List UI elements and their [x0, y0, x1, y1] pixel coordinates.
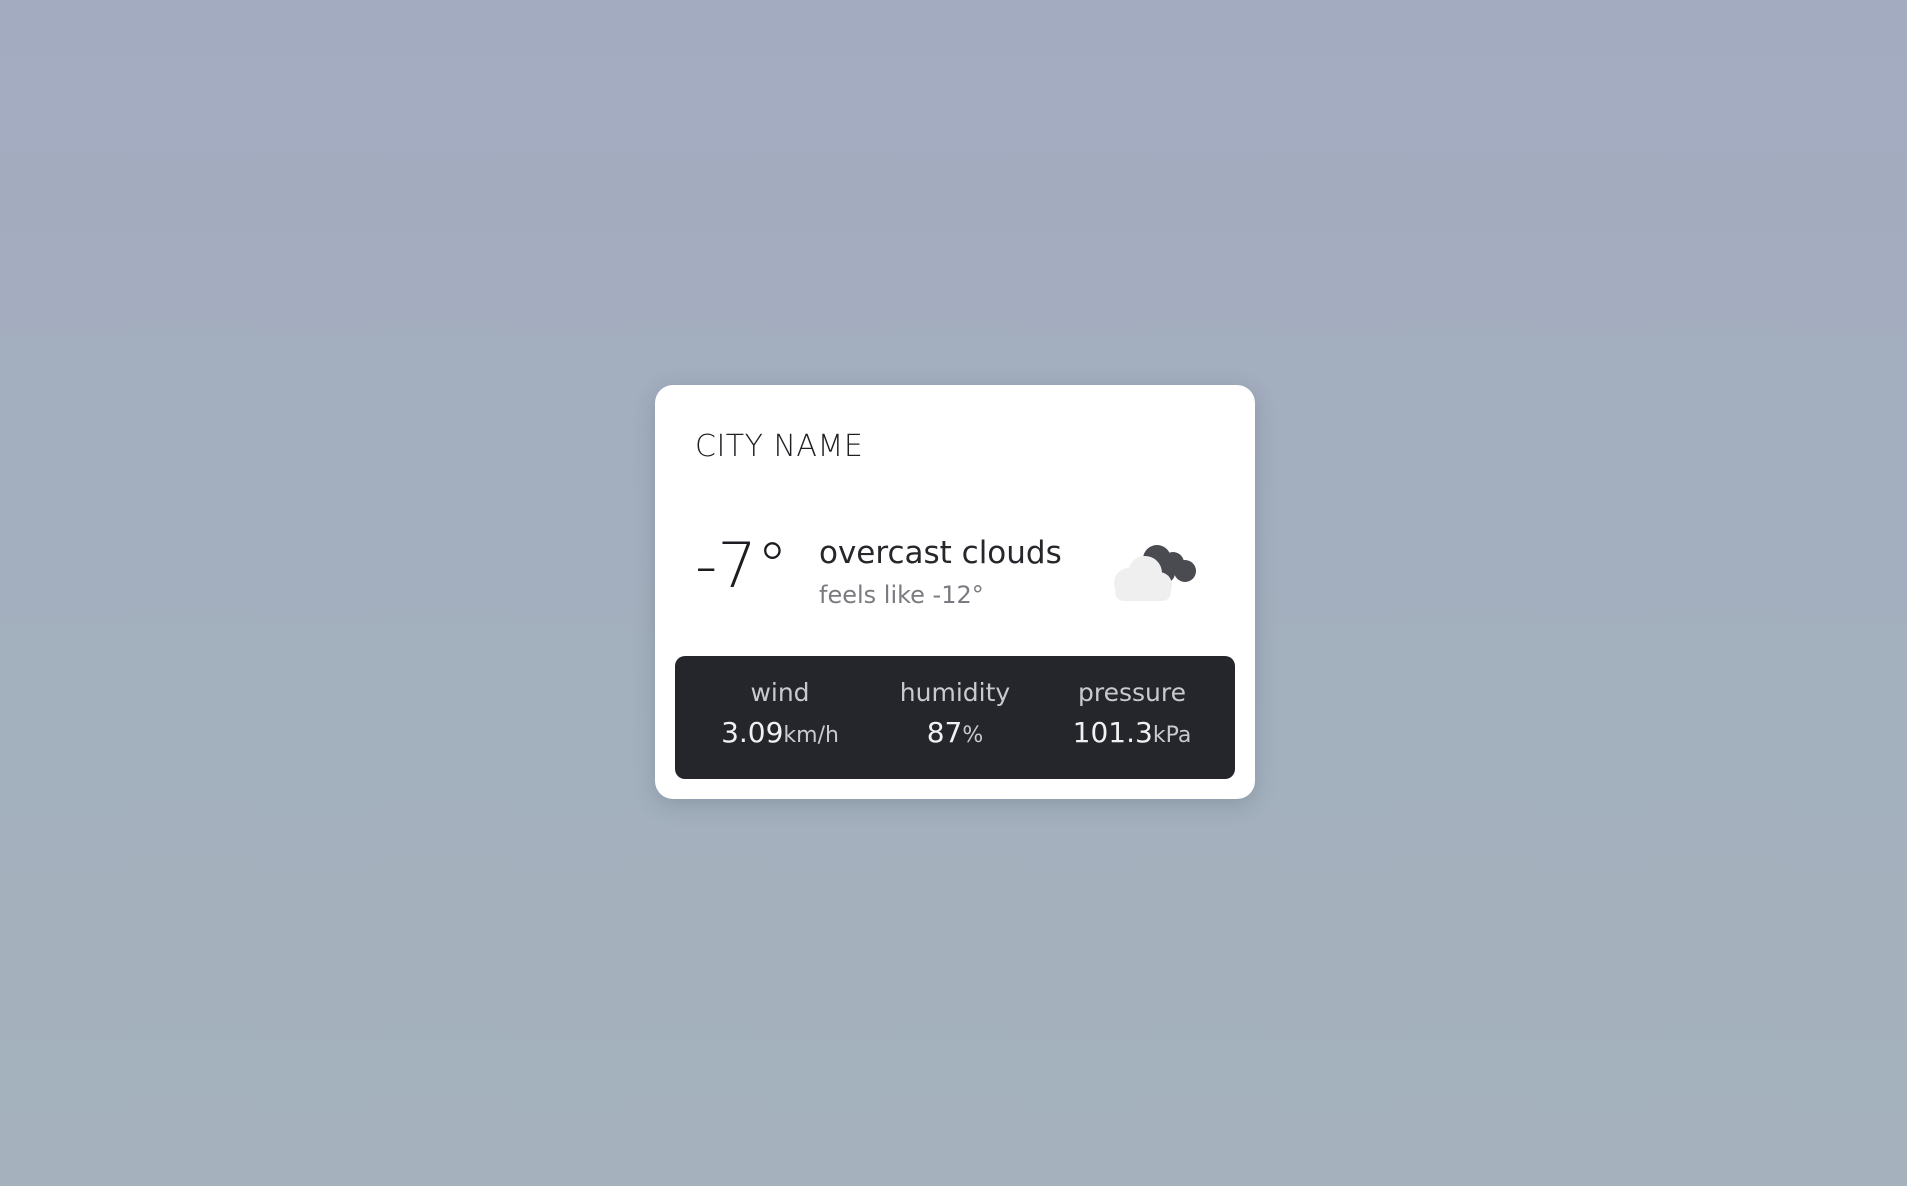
temperature: -7°: [695, 529, 788, 602]
overcast-clouds-icon: [1114, 545, 1196, 601]
pressure-unit: kPa: [1152, 723, 1192, 748]
wind-value-row: 3.09km/h: [695, 716, 865, 750]
wind-label: wind: [750, 678, 810, 707]
humidity-unit: %: [962, 723, 984, 748]
humidity-stat: humidity 87%: [870, 678, 1040, 750]
humidity-label: humidity: [899, 678, 1011, 707]
wind-stat: wind 3.09km/h: [695, 678, 865, 750]
pressure-label: pressure: [1078, 678, 1186, 707]
pressure-value-row: 101.3kPa: [1047, 716, 1217, 750]
weather-stats-panel: wind 3.09km/h humidity 87% pressure 101.…: [675, 656, 1235, 779]
wind-unit: km/h: [783, 723, 839, 748]
city-name: CITY NAME: [695, 429, 864, 464]
humidity-value-row: 87%: [870, 716, 1040, 750]
pressure-value: 101.3: [1072, 716, 1153, 749]
pressure-stat: pressure 101.3kPa: [1047, 678, 1217, 750]
humidity-value: 87: [926, 716, 963, 749]
weather-card: CITY NAME -7° overcast clouds feels like…: [655, 385, 1255, 799]
wind-value: 3.09: [721, 716, 784, 749]
feels-like: feels like -12°: [819, 581, 984, 609]
weather-condition: overcast clouds: [819, 535, 1062, 571]
